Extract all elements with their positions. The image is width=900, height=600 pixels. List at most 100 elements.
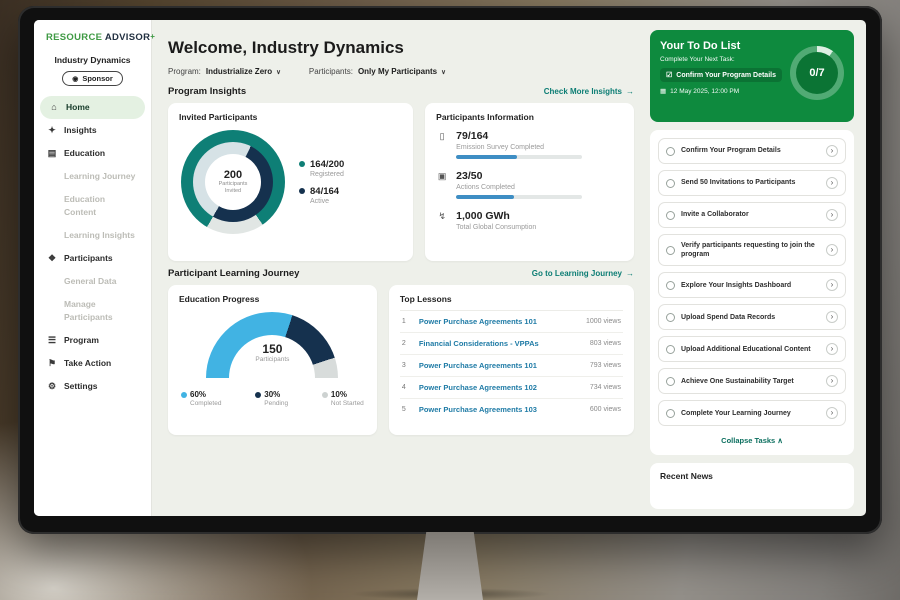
sidebar-item-label: Program xyxy=(64,334,99,347)
todo-task-send-invitations[interactable]: Send 50 Invitations to Participants › xyxy=(658,170,846,196)
lesson-link[interactable]: Financial Considerations - VPPAs xyxy=(419,339,582,348)
task-label: Explore Your Insights Dashboard xyxy=(681,281,820,290)
sidebar-item-manage-participants[interactable]: Manage Participants xyxy=(34,293,151,329)
legend-label: Pending xyxy=(264,400,288,407)
sidebar-item-settings[interactable]: ⚙ Settings xyxy=(34,375,151,398)
sidebar-item-home[interactable]: ⌂ Home xyxy=(40,96,145,119)
dashboard-screen: RESOURCE ADVISOR+ Industry Dynamics ◉ Sp… xyxy=(34,20,866,516)
invited-legend: 164/200 Registered 84/164 Active xyxy=(299,151,344,213)
collapse-tasks-link[interactable]: Collapse Tasks ∧ xyxy=(658,432,846,447)
stat-label: Emission Survey Completed xyxy=(456,144,582,151)
lesson-views: 600 views xyxy=(590,406,621,413)
sidebar-item-insights[interactable]: ✦ Insights xyxy=(34,119,151,142)
sidebar-item-education[interactable]: ▤ Education xyxy=(34,142,151,165)
next-task-time-label: 12 May 2025, 12:00 PM xyxy=(670,88,739,95)
section-title: Program Insights xyxy=(168,86,246,97)
program-filter: Program: Industrialize Zero ∨ xyxy=(168,67,281,76)
todo-title: Your To Do List xyxy=(660,40,792,52)
sidebar-item-label: Learning Insights xyxy=(64,229,135,242)
lesson-link[interactable]: Power Purchase Agreements 101 xyxy=(419,317,578,326)
stat-label: Total Global Consumption xyxy=(456,224,536,231)
progress-bar xyxy=(456,155,582,159)
stat-value: 23/50 xyxy=(456,170,582,182)
legend-item: 60% Completed xyxy=(181,390,221,407)
participants-info-card: Participants Information ▯ 79/164 Emissi… xyxy=(425,103,634,261)
stat-value: 79/164 xyxy=(456,130,582,142)
todo-column: Your To Do List Complete Your Next Task:… xyxy=(648,20,866,516)
sidebar-item-take-action[interactable]: ⚑ Take Action xyxy=(34,352,151,375)
todo-task-confirm-program[interactable]: Confirm Your Program Details › xyxy=(658,138,846,164)
chevron-right-icon[interactable]: › xyxy=(826,244,838,256)
task-checkbox[interactable] xyxy=(666,179,675,188)
chevron-right-icon[interactable]: › xyxy=(826,311,838,323)
sidebar-item-learning-insights[interactable]: Learning Insights xyxy=(34,224,151,247)
task-checkbox[interactable] xyxy=(666,211,675,220)
chevron-right-icon[interactable]: › xyxy=(826,343,838,355)
legend-label: Completed xyxy=(190,400,221,407)
sidebar-item-education-content[interactable]: Education Content xyxy=(34,188,151,224)
go-to-learning-journey-link[interactable]: Go to Learning Journey → xyxy=(532,269,634,278)
checklist-icon: ▣ xyxy=(436,170,448,199)
todo-task-achieve-target[interactable]: Achieve One Sustainability Target › xyxy=(658,368,846,394)
lesson-rank: 4 xyxy=(402,384,411,391)
chevron-right-icon[interactable]: › xyxy=(826,407,838,419)
chevron-right-icon[interactable]: › xyxy=(826,279,838,291)
arrow-right-icon: → xyxy=(626,269,634,278)
battery-icon: ▯ xyxy=(436,130,448,159)
next-task-chip[interactable]: ☑ Confirm Your Program Details xyxy=(660,68,782,82)
task-checkbox[interactable] xyxy=(666,281,675,290)
stat-value: 1,000 GWh xyxy=(456,210,536,222)
home-icon: ⌂ xyxy=(49,101,59,114)
task-checkbox[interactable] xyxy=(666,409,675,418)
sidebar-item-label: Take Action xyxy=(64,357,111,370)
todo-progress-value: 0/7 xyxy=(809,67,824,79)
arrow-right-icon: → xyxy=(626,87,634,96)
todo-task-upload-spend-data[interactable]: Upload Spend Data Records › xyxy=(658,304,846,330)
program-select[interactable]: Industrialize Zero ∨ xyxy=(206,67,281,76)
todo-task-invite-collaborator[interactable]: Invite a Collaborator › xyxy=(658,202,846,228)
legend-value: 84/164 xyxy=(310,186,339,197)
lesson-link[interactable]: Power Purchase Agreements 102 xyxy=(419,383,582,392)
top-lessons-card: Top Lessons 1 Power Purchase Agreements … xyxy=(389,285,634,435)
program-filter-label: Program: xyxy=(168,67,201,76)
sidebar-item-learning-journey[interactable]: Learning Journey xyxy=(34,165,151,188)
lesson-link[interactable]: Power Purchase Agreements 101 xyxy=(419,361,582,370)
lesson-link[interactable]: Power Purchase Agreements 103 xyxy=(419,405,582,414)
chevron-right-icon[interactable]: › xyxy=(826,177,838,189)
check-more-insights-link[interactable]: Check More Insights → xyxy=(544,87,634,96)
sidebar-item-program[interactable]: ☰ Program xyxy=(34,329,151,352)
todo-subtitle: Complete Your Next Task: xyxy=(660,56,792,63)
education-progress-card: Education Progress 150 Participants 60 xyxy=(168,285,377,435)
chevron-right-icon[interactable]: › xyxy=(826,209,838,221)
todo-task-upload-educational-content[interactable]: Upload Additional Educational Content › xyxy=(658,336,846,362)
collapse-label: Collapse Tasks xyxy=(721,436,775,445)
legend-dot-not-started xyxy=(322,392,328,398)
sponsor-badge[interactable]: ◉ Sponsor xyxy=(62,71,123,86)
task-checkbox[interactable] xyxy=(666,345,675,354)
task-checkbox[interactable] xyxy=(666,246,675,255)
sidebar-item-participants[interactable]: ❖ Participants xyxy=(34,247,151,270)
task-label: Verify participants requesting to join t… xyxy=(681,241,820,259)
lesson-views: 793 views xyxy=(590,362,621,369)
chevron-right-icon[interactable]: › xyxy=(826,375,838,387)
chevron-right-icon[interactable]: › xyxy=(826,145,838,157)
task-checkbox[interactable] xyxy=(666,377,675,386)
sidebar-item-general-data[interactable]: General Data xyxy=(34,270,151,293)
app-logo: RESOURCE ADVISOR+ xyxy=(34,32,151,43)
task-label: Confirm Your Program Details xyxy=(681,146,820,155)
task-checkbox[interactable] xyxy=(666,147,675,156)
insights-icon: ✦ xyxy=(47,124,57,137)
sidebar-item-label: Insights xyxy=(64,124,97,137)
task-checkbox[interactable] xyxy=(666,313,675,322)
sidebar-item-label: Education Content xyxy=(64,193,138,219)
todo-task-explore-insights[interactable]: Explore Your Insights Dashboard › xyxy=(658,272,846,298)
todo-task-verify-participants[interactable]: Verify participants requesting to join t… xyxy=(658,234,846,266)
sidebar-item-label: Home xyxy=(66,101,90,114)
chevron-up-icon: ∧ xyxy=(777,436,783,445)
todo-list-card: Confirm Your Program Details › Send 50 I… xyxy=(650,130,854,455)
participants-select[interactable]: Only My Participants ∨ xyxy=(358,67,446,76)
stat-emission-survey: ▯ 79/164 Emission Survey Completed xyxy=(436,130,623,159)
todo-task-complete-learning-journey[interactable]: Complete Your Learning Journey › xyxy=(658,400,846,426)
donut-center-label: Participants Invited xyxy=(212,181,254,195)
gauge-center-value: 150 xyxy=(206,342,338,356)
